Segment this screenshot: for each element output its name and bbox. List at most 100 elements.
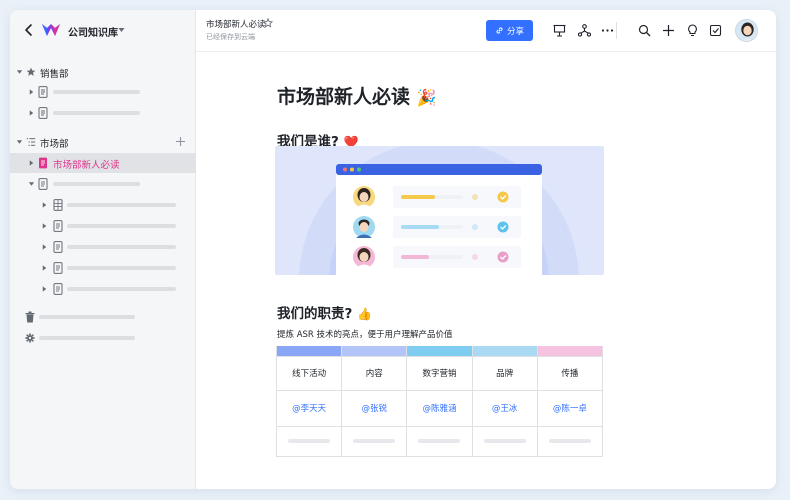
sidebar-doc-item[interactable]: [10, 174, 196, 194]
gear-icon: [25, 333, 35, 343]
table-color-cell: [341, 346, 408, 357]
user-avatar[interactable]: [735, 19, 758, 42]
table-cell[interactable]: 品牌: [471, 355, 538, 391]
sidebar-group-sales[interactable]: 销售部: [10, 62, 196, 82]
sidebar-subdoc-item[interactable]: [10, 216, 196, 236]
sidebar-doc-item[interactable]: [10, 103, 196, 123]
caret-right-icon[interactable]: [41, 264, 48, 272]
table-cell[interactable]: [275, 425, 343, 457]
sidebar-subdoc-item[interactable]: [10, 258, 196, 278]
caret-right-icon[interactable]: [28, 109, 35, 117]
placeholder-bar: [53, 182, 140, 186]
document-icon: [53, 283, 63, 295]
sidebar-trash[interactable]: [10, 307, 196, 327]
sidebar-group-marketing[interactable]: 市场部: [10, 132, 196, 152]
section-heading-text: 我们的职责?: [277, 306, 353, 322]
toolbar-divider: [616, 22, 617, 39]
placeholder-bar: [39, 315, 135, 319]
document-icon: [53, 262, 63, 274]
caret-right-icon[interactable]: [28, 159, 35, 167]
sidebar-group-label: 市场部: [40, 139, 69, 150]
caret-right-icon[interactable]: [28, 88, 35, 96]
document-icon: [38, 178, 48, 190]
sidebar-subdoc-item[interactable]: [10, 279, 196, 299]
spreadsheet-icon: [53, 199, 63, 211]
mention-cell[interactable]: @陈雅涵: [406, 389, 473, 427]
table-cell[interactable]: [341, 425, 408, 457]
document-icon: [38, 86, 48, 98]
table-cell[interactable]: 传播: [536, 355, 604, 391]
knowledge-base-title[interactable]: 公司知识库: [68, 24, 118, 39]
app-logo-icon: [42, 24, 60, 36]
mention-cell[interactable]: @李天天: [275, 389, 343, 427]
mention-cell[interactable]: @陈一卓: [536, 389, 604, 427]
header-doc-title[interactable]: 市场部新人必读: [206, 18, 266, 30]
search-icon[interactable]: [638, 24, 651, 37]
team-illustration-graphic: [299, 146, 579, 275]
thumbs-up-emoji: 👍: [357, 307, 372, 321]
party-emoji: 🎉: [416, 88, 437, 107]
sidebar-subdoc-item[interactable]: [10, 237, 196, 257]
more-icon[interactable]: [601, 24, 614, 37]
placeholder-bar: [288, 439, 331, 443]
section-description[interactable]: 提炼 ASR 技术的亮点，便于用户理解产品价值: [277, 328, 453, 340]
placeholder-bar: [53, 111, 140, 115]
responsibility-table: 线下活动 内容 数字营销 品牌 传播 @李天天 @张锐 @陈雅涵 @王冰 @陈一…: [275, 346, 604, 457]
task-checkbox-icon[interactable]: [709, 24, 722, 37]
presentation-icon[interactable]: [553, 24, 566, 37]
sidebar-doc-active[interactable]: 市场部新人必读: [10, 153, 196, 173]
caret-down-icon[interactable]: [16, 138, 23, 146]
sidebar-doc-label: 市场部新人必读: [53, 160, 120, 171]
user-avatar-icon: [736, 20, 757, 41]
caret-down-icon[interactable]: [118, 27, 125, 33]
sidebar-subdoc-item[interactable]: [10, 195, 196, 215]
placeholder-bar: [67, 287, 176, 291]
placeholder-bar: [39, 336, 135, 340]
star-icon: [26, 67, 36, 76]
team-illustration: [275, 146, 604, 275]
table-color-cell: [275, 346, 343, 357]
table-header-row: 线下活动 内容 数字营销 品牌 传播: [275, 355, 604, 391]
document-title-text: 市场部新人必读: [277, 86, 411, 108]
placeholder-bar: [67, 203, 176, 207]
document-title[interactable]: 市场部新人必读 🎉: [277, 82, 437, 109]
sidebar-doc-item[interactable]: [10, 82, 196, 102]
caret-right-icon[interactable]: [41, 243, 48, 251]
placeholder-bar: [67, 224, 176, 228]
caret-right-icon[interactable]: [41, 222, 48, 230]
caret-right-icon[interactable]: [41, 201, 48, 209]
placeholder-bar: [418, 439, 461, 443]
sidebar-settings[interactable]: [10, 328, 196, 348]
table-cell[interactable]: [406, 425, 473, 457]
table-color-cell: [536, 346, 604, 357]
table-cell[interactable]: 数字营销: [406, 355, 473, 391]
table-cell[interactable]: 线下活动: [275, 355, 343, 391]
caret-right-icon[interactable]: [41, 285, 48, 293]
caret-down-icon[interactable]: [28, 180, 35, 188]
table-cell[interactable]: 内容: [341, 355, 408, 391]
document-icon: [39, 157, 47, 169]
mention-cell[interactable]: @张锐: [341, 389, 408, 427]
document-icon: [38, 107, 48, 119]
share-button[interactable]: 分享: [486, 20, 533, 41]
mention-cell[interactable]: @王冰: [471, 389, 538, 427]
share-label: 分享: [506, 26, 524, 37]
placeholder-bar: [353, 439, 396, 443]
table-row: @李天天 @张锐 @陈雅涵 @王冰 @陈一卓: [275, 389, 604, 427]
plus-icon[interactable]: [175, 136, 186, 147]
section-heading-duty[interactable]: 我们的职责? 👍: [277, 302, 372, 322]
table-row: [275, 425, 604, 457]
placeholder-bar: [67, 245, 176, 249]
notification-bulb-icon[interactable]: [686, 24, 699, 37]
table-cell[interactable]: [471, 425, 538, 457]
caret-down-icon[interactable]: [16, 68, 23, 76]
add-icon[interactable]: [662, 24, 675, 37]
placeholder-bar: [53, 90, 140, 94]
save-status: 已经保存到云端: [206, 33, 255, 41]
org-structure-icon[interactable]: [578, 24, 591, 37]
back-arrow-icon[interactable]: [22, 23, 36, 37]
placeholder-bar: [548, 439, 591, 443]
favorite-star-icon[interactable]: [263, 18, 273, 28]
table-cell[interactable]: [536, 425, 604, 457]
sidebar-header: 公司知识库: [10, 10, 196, 52]
